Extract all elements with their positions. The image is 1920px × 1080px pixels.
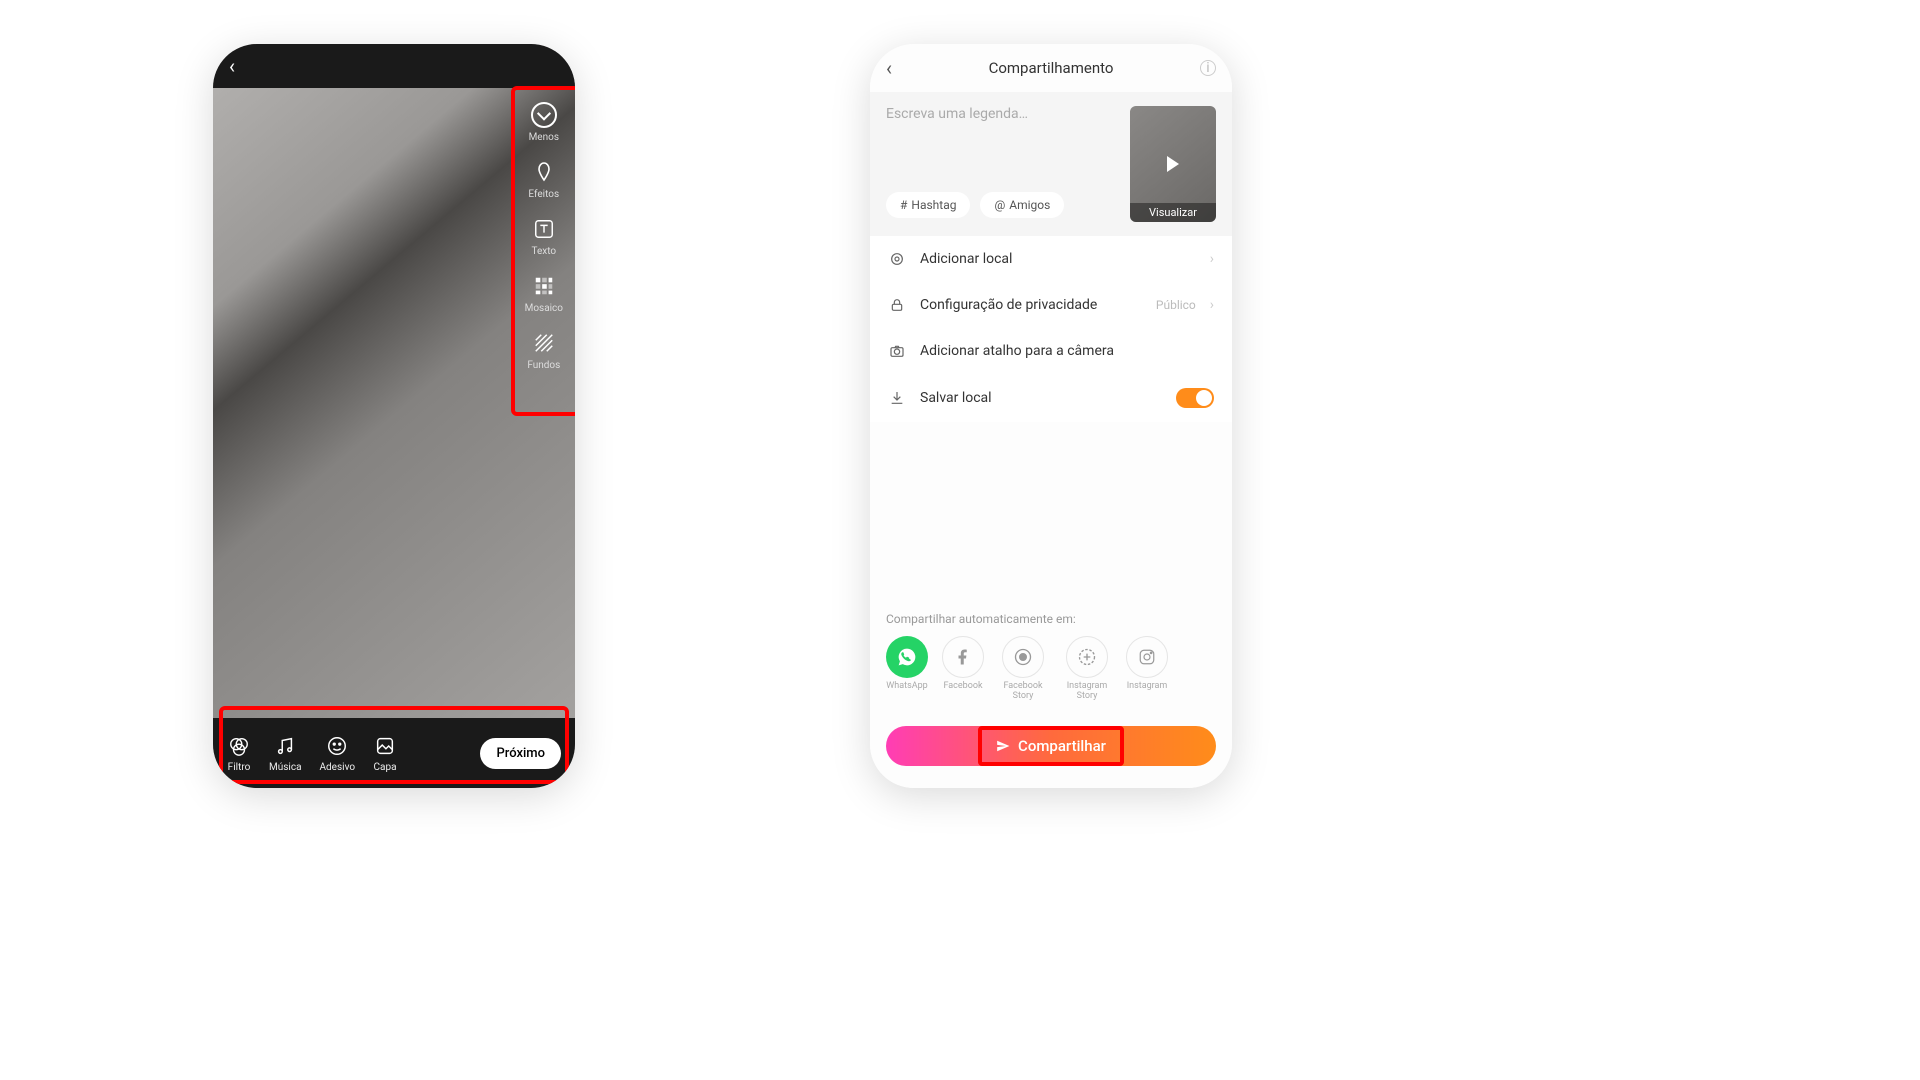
whatsapp-icon <box>886 636 928 678</box>
side-tool-label: Mosaico <box>525 303 563 314</box>
bottom-tool-label: Adesivo <box>320 762 356 773</box>
social-whatsapp[interactable]: WhatsApp <box>886 636 928 702</box>
share-phone: ‹ Compartilhamento i Escreva uma legenda… <box>870 44 1232 788</box>
side-tool-mosaico[interactable]: Mosaico <box>525 273 563 314</box>
social-facebook[interactable]: Facebook <box>942 636 984 702</box>
side-tool-texto[interactable]: Texto <box>531 216 557 257</box>
editor-screen: ‹ Menos Efeitos Texto <box>213 44 575 788</box>
social-instagram-story[interactable]: Instagram Story <box>1062 636 1112 702</box>
option-save-local[interactable]: Salvar local <box>870 374 1232 422</box>
collapse-icon <box>531 102 557 128</box>
back-icon[interactable]: ‹ <box>229 54 235 78</box>
location-icon <box>888 250 906 268</box>
save-local-toggle[interactable] <box>1176 388 1214 408</box>
lock-icon <box>888 296 906 314</box>
chip-label: Amigos <box>1009 198 1050 212</box>
play-icon <box>1167 156 1179 172</box>
send-icon <box>996 739 1010 753</box>
caption-area: Escreva uma legenda… # Hashtag @ Amigos … <box>870 92 1232 236</box>
social-label: Instagram Story <box>1062 682 1112 702</box>
option-label: Adicionar local <box>920 251 1196 267</box>
side-tool-label: Efeitos <box>528 189 559 200</box>
mosaic-icon <box>531 273 557 299</box>
thumbnail-label: Visualizar <box>1130 203 1216 222</box>
option-camera-shortcut[interactable]: Adicionar atalho para a câmera <box>870 328 1232 374</box>
sticker-icon <box>325 734 349 758</box>
bottom-tool-filtro[interactable]: Filtro <box>227 734 251 773</box>
option-value: Público <box>1156 298 1196 312</box>
filter-icon <box>227 734 251 758</box>
music-icon <box>273 734 297 758</box>
social-facebook-story[interactable]: Facebook Story <box>998 636 1048 702</box>
editor-top-bar: ‹ <box>213 44 575 88</box>
chevron-right-icon: › <box>1210 251 1214 267</box>
side-tool-menos[interactable]: Menos <box>529 102 559 143</box>
auto-share-title: Compartilhar automaticamente em: <box>886 612 1216 626</box>
page-title: Compartilhamento <box>989 59 1114 77</box>
share-button-label: Compartilhar <box>1018 737 1106 755</box>
side-tool-efeitos[interactable]: Efeitos <box>528 159 559 200</box>
instagram-icon <box>1126 636 1168 678</box>
back-icon[interactable]: ‹ <box>886 56 892 80</box>
hashtag-chip[interactable]: # Hashtag <box>886 192 970 218</box>
next-button[interactable]: Próximo <box>480 738 561 769</box>
side-tool-fundos[interactable]: Fundos <box>527 330 560 371</box>
social-row: WhatsApp Facebook Facebook Story <box>886 636 1216 702</box>
info-icon[interactable]: i <box>1200 60 1216 76</box>
share-button[interactable]: Compartilhar <box>886 726 1216 766</box>
caption-input[interactable]: Escreva uma legenda… <box>886 106 1118 122</box>
option-privacy[interactable]: Configuração de privacidade Público › <box>870 282 1232 328</box>
option-label: Salvar local <box>920 390 1162 406</box>
download-icon <box>888 389 906 407</box>
options-list: Adicionar local › Configuração de privac… <box>870 236 1232 422</box>
hash-icon: # <box>900 198 907 212</box>
instagram-story-icon <box>1066 636 1108 678</box>
bottom-toolbar: Filtro Música Adesivo Capa Próximo <box>213 718 575 788</box>
social-instagram[interactable]: Instagram <box>1126 636 1168 702</box>
social-label: Instagram <box>1127 682 1168 692</box>
option-label: Configuração de privacidade <box>920 297 1142 313</box>
video-thumbnail[interactable]: Visualizar <box>1130 106 1216 222</box>
facebook-story-icon <box>1002 636 1044 678</box>
bottom-tool-label: Filtro <box>228 762 251 773</box>
text-icon <box>531 216 557 242</box>
option-location[interactable]: Adicionar local › <box>870 236 1232 282</box>
share-header: ‹ Compartilhamento i <box>870 44 1232 92</box>
option-label: Adicionar atalho para a câmera <box>920 343 1214 359</box>
mention-icon: @ <box>994 198 1005 212</box>
cover-icon <box>373 734 397 758</box>
auto-share-section: Compartilhar automaticamente em: WhatsAp… <box>870 612 1232 716</box>
side-tool-label: Texto <box>531 246 556 257</box>
effects-icon <box>531 159 557 185</box>
camera-icon <box>888 342 906 360</box>
social-label: Facebook <box>943 682 982 692</box>
amigos-chip[interactable]: @ Amigos <box>980 192 1064 218</box>
social-label: WhatsApp <box>886 682 927 692</box>
bottom-tool-capa[interactable]: Capa <box>373 734 397 773</box>
side-tool-label: Fundos <box>527 360 560 371</box>
side-tool-label: Menos <box>529 132 559 143</box>
chevron-right-icon: › <box>1210 297 1214 313</box>
facebook-icon <box>942 636 984 678</box>
backgrounds-icon <box>531 330 557 356</box>
chip-label: Hashtag <box>911 198 956 212</box>
bottom-tool-adesivo[interactable]: Adesivo <box>320 734 356 773</box>
bottom-tool-label: Capa <box>374 762 397 773</box>
bottom-tool-musica[interactable]: Música <box>269 734 302 773</box>
bottom-tool-label: Música <box>269 762 302 773</box>
editor-phone: ‹ Menos Efeitos Texto <box>213 44 575 788</box>
social-label: Facebook Story <box>998 682 1048 702</box>
share-screen: ‹ Compartilhamento i Escreva uma legenda… <box>870 44 1232 788</box>
side-tools-panel: Menos Efeitos Texto Mosaico <box>525 102 563 371</box>
